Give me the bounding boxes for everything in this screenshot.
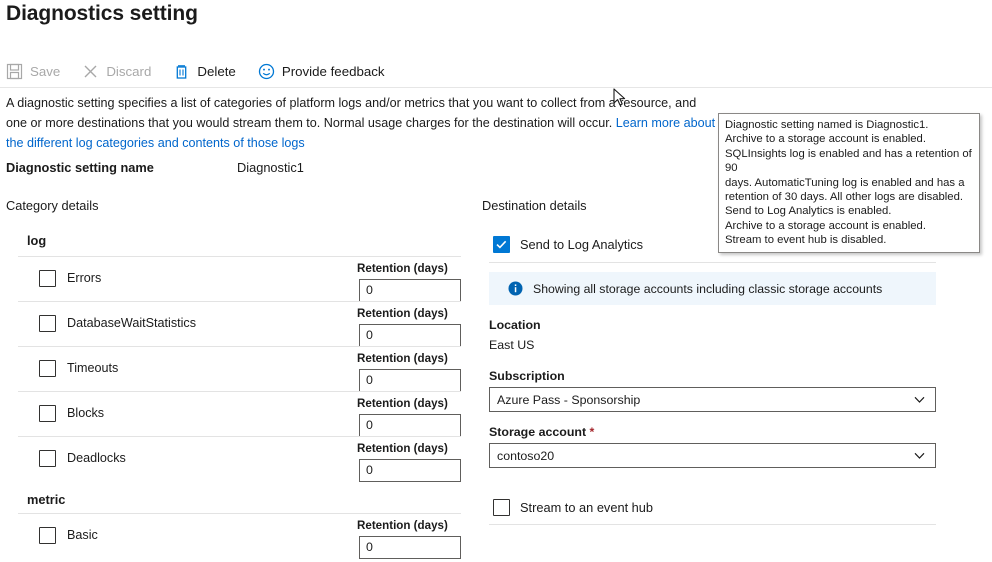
retention-label: Retention (days) [357, 307, 460, 320]
event-hub-label: Stream to an event hub [520, 500, 653, 515]
save-button[interactable]: Save [6, 63, 60, 80]
table-row[interactable]: Blocks Retention (days) 0 [18, 391, 461, 436]
checkbox-timeouts[interactable] [39, 360, 56, 377]
table-row[interactable]: Basic Retention (days) 0 [18, 513, 461, 558]
destination-details-header: Destination details [482, 198, 587, 213]
diagnostic-setting-name-value: Diagnostic1 [237, 160, 304, 175]
location-value: East US [489, 338, 534, 352]
category-label: Blocks [67, 406, 104, 420]
checkbox-databasewaitstatistics[interactable] [39, 315, 56, 332]
chevron-down-icon [913, 449, 926, 462]
tooltip-line: Send to Log Analytics is enabled. [725, 204, 973, 218]
retention-label: Retention (days) [357, 519, 460, 532]
save-floppy-icon [6, 63, 23, 80]
storage-account-value: contoso20 [490, 449, 554, 463]
checkbox-basic[interactable] [39, 527, 56, 544]
provide-feedback-label: Provide feedback [282, 64, 385, 79]
checkbox-send-to-log-analytics[interactable] [493, 236, 510, 253]
tooltip-line: days. AutomaticTuning log is enabled and… [725, 176, 973, 190]
tooltip-line: SQLInsights log is enabled and has a ret… [725, 147, 973, 176]
log-analytics-divider [489, 262, 936, 263]
info-circle-icon [508, 281, 523, 296]
tooltip-line: Archive to a storage account is enabled. [725, 219, 973, 233]
discard-label: Discard [106, 64, 151, 79]
intro-paragraph: A diagnostic setting specifies a list of… [6, 93, 718, 153]
retention-label: Retention (days) [357, 262, 460, 275]
subscription-value: Azure Pass - Sponsorship [490, 393, 640, 407]
event-hub-divider [489, 524, 936, 525]
table-row[interactable]: DatabaseWaitStatistics Retention (days) … [18, 301, 461, 346]
summary-tooltip: Diagnostic setting named is Diagnostic1.… [718, 113, 980, 253]
table-row[interactable]: Errors Retention (days) 0 [18, 256, 461, 301]
storage-accounts-info-banner: Showing all storage accounts including c… [489, 272, 936, 305]
checkbox-deadlocks[interactable] [39, 450, 56, 467]
tooltip-line: Stream to event hub is disabled. [725, 233, 973, 247]
retention-label: Retention (days) [357, 442, 460, 455]
location-label: Location [489, 318, 541, 332]
storage-account-label-text: Storage account [489, 425, 586, 439]
mouse-cursor-icon [613, 88, 627, 108]
log-analytics-label: Send to Log Analytics [520, 237, 643, 252]
checkbox-stream-to-event-hub[interactable] [493, 499, 510, 516]
retention-label: Retention (days) [357, 352, 460, 365]
delete-button[interactable]: Delete [173, 63, 235, 80]
stream-event-hub-row: Stream to an event hub [489, 494, 936, 524]
table-row[interactable]: Timeouts Retention (days) 0 [18, 346, 461, 391]
group-header-log: log [27, 233, 46, 248]
required-marker: * [590, 425, 595, 439]
discard-button[interactable]: Discard [82, 63, 151, 80]
group-header-metric: metric [27, 492, 65, 507]
trash-icon [173, 63, 190, 80]
category-details-header: Category details [6, 198, 98, 213]
storage-account-dropdown[interactable]: contoso20 [489, 443, 936, 468]
category-label: Basic [67, 528, 98, 542]
retention-input[interactable]: 0 [359, 536, 461, 559]
checkbox-blocks[interactable] [39, 405, 56, 422]
table-row[interactable]: Deadlocks Retention (days) 0 [18, 436, 461, 481]
info-banner-text: Showing all storage accounts including c… [533, 282, 882, 296]
chevron-down-icon [913, 393, 926, 406]
retention-input[interactable]: 0 [359, 279, 461, 302]
subscription-dropdown[interactable]: Azure Pass - Sponsorship [489, 387, 936, 412]
category-label: DatabaseWaitStatistics [67, 316, 196, 330]
save-label: Save [30, 64, 60, 79]
event-hub-checkbox-row[interactable]: Stream to an event hub [489, 494, 936, 524]
tooltip-line: Archive to a storage account is enabled. [725, 132, 973, 146]
smiley-face-icon [258, 63, 275, 80]
delete-label: Delete [197, 64, 235, 79]
category-rows-log: Errors Retention (days) 0 DatabaseWaitSt… [18, 256, 461, 481]
retention-input[interactable]: 0 [359, 414, 461, 437]
close-x-icon [82, 63, 99, 80]
tooltip-line: retention of 30 days. All other logs are… [725, 190, 973, 204]
storage-account-label: Storage account * [489, 425, 594, 439]
retention-input[interactable]: 0 [359, 324, 461, 347]
category-label: Errors [67, 271, 101, 285]
command-bar: Save Discard Delete Provide feedback [6, 57, 407, 85]
retention-label: Retention (days) [357, 397, 460, 410]
checkbox-errors[interactable] [39, 270, 56, 287]
provide-feedback-button[interactable]: Provide feedback [258, 63, 385, 80]
category-rows-metric: Basic Retention (days) 0 [18, 513, 461, 558]
diagnostics-setting-page: Diagnostics setting Save Discard Delete … [0, 0, 992, 562]
page-title: Diagnostics setting [6, 2, 198, 26]
retention-input[interactable]: 0 [359, 459, 461, 482]
subscription-label: Subscription [489, 369, 565, 383]
category-label: Deadlocks [67, 451, 126, 465]
command-bar-divider [0, 87, 992, 88]
intro-text: A diagnostic setting specifies a list of… [6, 96, 696, 130]
category-label: Timeouts [67, 361, 118, 375]
diagnostic-setting-name-label: Diagnostic setting name [6, 160, 154, 175]
tooltip-line: Diagnostic setting named is Diagnostic1. [725, 118, 973, 132]
retention-input[interactable]: 0 [359, 369, 461, 392]
